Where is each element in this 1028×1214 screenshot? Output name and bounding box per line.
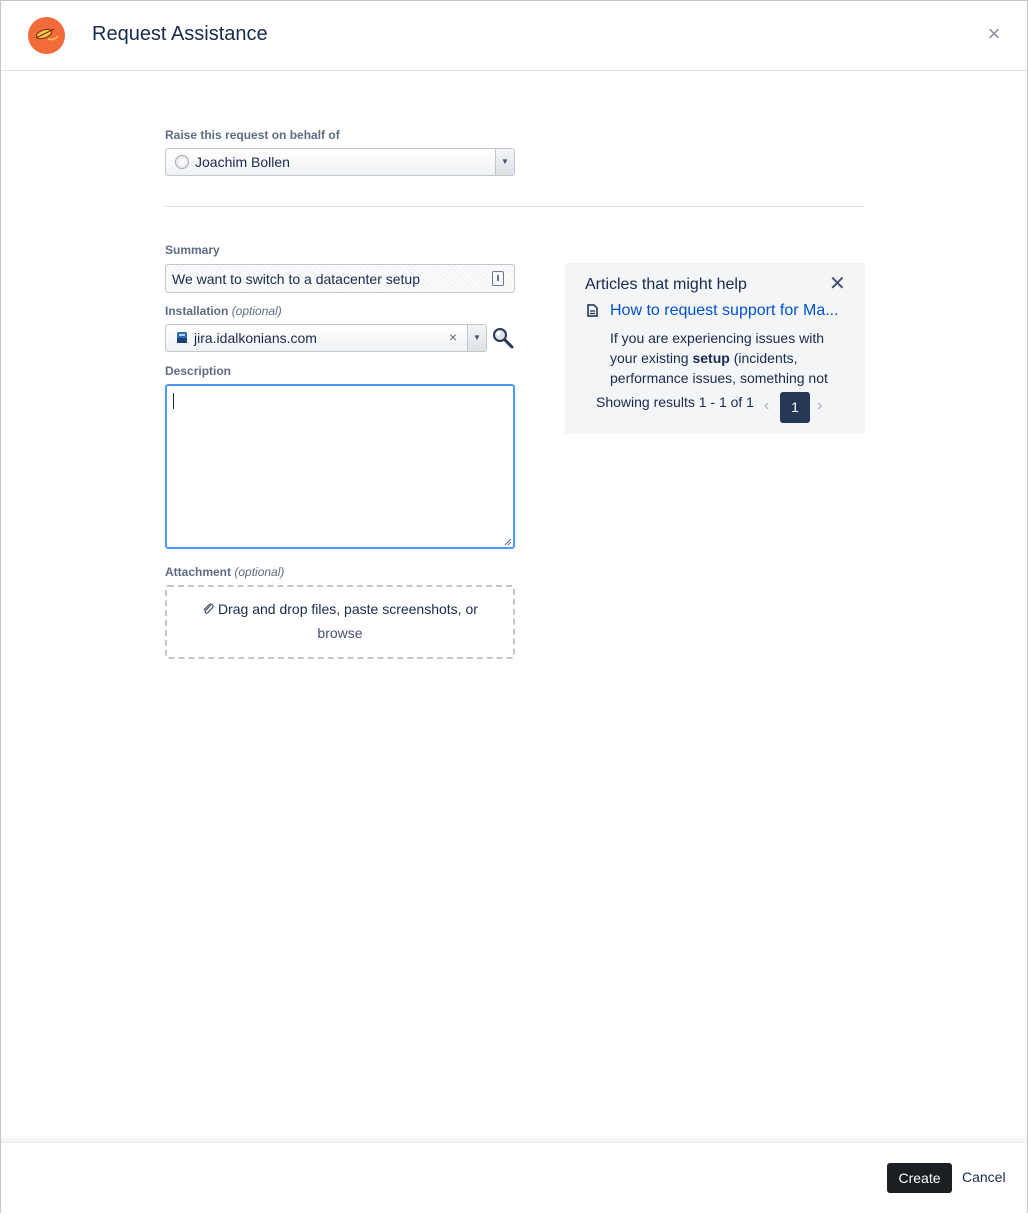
autofill-icon [492, 271, 504, 286]
close-icon[interactable]: ✕ [829, 274, 846, 294]
request-dialog: Request Assistance × Raise this request … [0, 0, 1028, 1214]
search-icon[interactable] [492, 327, 514, 349]
dialog-title: Request Assistance [92, 23, 268, 45]
results-count: Showing results 1 - 1 of 1 [596, 394, 754, 410]
paperclip-icon [203, 603, 214, 614]
footer-shadow [1, 1134, 1027, 1142]
attachment-optional: (optional) [234, 565, 285, 579]
section-divider [165, 206, 865, 207]
behalf-value: Joachim Bollen [195, 154, 290, 170]
behalf-select[interactable]: Joachim Bollen ▼ [165, 148, 515, 176]
attachment-label: Attachment (optional) [165, 565, 284, 579]
close-icon[interactable]: × [983, 23, 1005, 45]
summary-input[interactable]: We want to switch to a datacenter setup [165, 264, 515, 293]
dropzone-text-line: Drag and drop files, paste screenshots, … [167, 601, 513, 617]
attachment-dropzone[interactable]: Drag and drop files, paste screenshots, … [165, 585, 515, 659]
summary-value: We want to switch to a datacenter setup [172, 271, 420, 287]
project-logo-icon [28, 17, 65, 54]
description-label: Description [165, 364, 232, 378]
text-caret [173, 393, 174, 409]
dialog-footer: Create Cancel [1, 1142, 1027, 1214]
installation-label: Installation (optional) [165, 304, 282, 318]
chevron-down-icon[interactable]: ▼ [495, 149, 514, 175]
dialog-header: Request Assistance × [1, 1, 1027, 71]
clear-icon[interactable]: × [449, 329, 457, 345]
articles-panel: Articles that might help ✕ How to reques… [565, 263, 865, 434]
installation-select[interactable]: jira.idalkonians.com × ▼ [165, 324, 487, 352]
resize-handle-icon[interactable] [504, 538, 512, 546]
create-button[interactable]: Create [887, 1163, 952, 1193]
attachment-label-text: Attachment [165, 565, 232, 579]
installation-label-text: Installation [165, 304, 229, 318]
snippet-highlight: setup [692, 350, 730, 366]
server-icon [177, 332, 187, 343]
behalf-label: Raise this request on behalf of [165, 128, 340, 142]
installation-optional: (optional) [231, 304, 282, 318]
article-snippet: If you are experiencing issues with your… [610, 328, 850, 388]
page-button-current[interactable]: 1 [780, 392, 810, 423]
summary-label: Summary [165, 243, 220, 257]
installation-value: jira.idalkonians.com [194, 330, 317, 346]
chevron-down-icon[interactable]: ▼ [467, 325, 486, 351]
chevron-right-icon[interactable]: › [817, 397, 822, 415]
browse-link[interactable]: browse [167, 625, 513, 641]
dropzone-text: Drag and drop files, paste screenshots, … [217, 601, 478, 617]
description-textarea[interactable] [165, 384, 515, 549]
cancel-button[interactable]: Cancel [962, 1169, 1006, 1185]
article-link[interactable]: How to request support for Ma... [610, 302, 839, 320]
document-icon [587, 304, 598, 317]
user-avatar-icon [175, 155, 189, 169]
articles-title: Articles that might help [585, 276, 747, 293]
chevron-left-icon[interactable]: ‹ [764, 397, 769, 415]
